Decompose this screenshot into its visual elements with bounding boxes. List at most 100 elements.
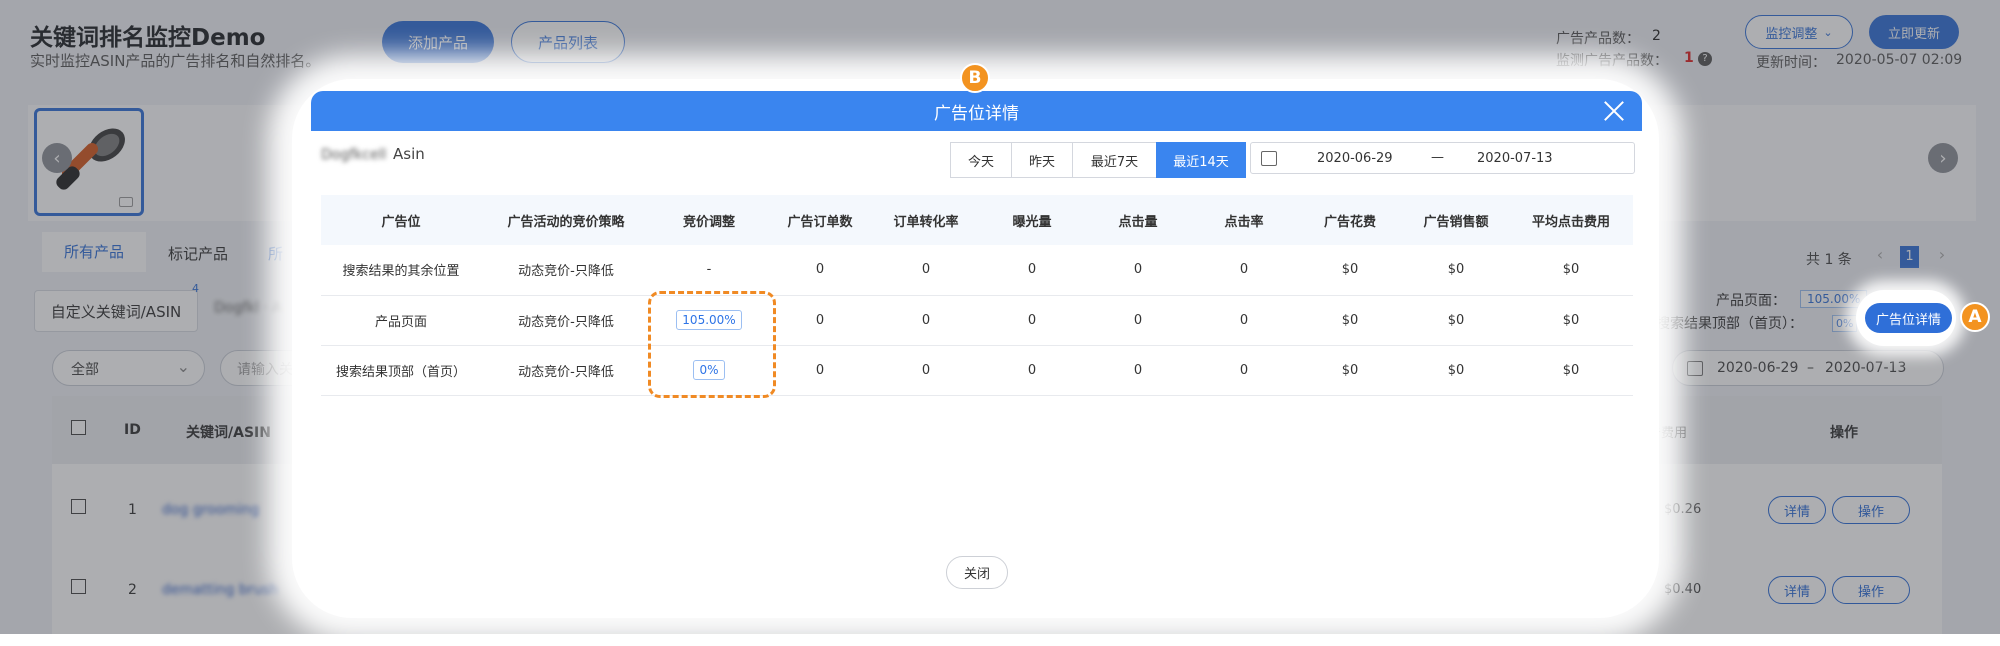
chevron-down-icon: ⌄ (176, 357, 190, 376)
row-keyword[interactable]: dog grooming (162, 502, 260, 518)
chevron-left-icon: ‹ (53, 147, 61, 169)
cell-placement: 搜索结果顶部（首页） (321, 345, 481, 396)
col-header-ops: 操作 (1830, 425, 1858, 441)
range-last-7-days[interactable]: 最近7天 (1072, 142, 1157, 178)
bg-date-range[interactable]: 2020-06-29 – 2020-07-13 (1672, 350, 1944, 386)
cell-sales: $0 (1403, 345, 1509, 396)
cell-placement: 搜索结果的其余位置 (321, 245, 481, 296)
cell-strategy: 动态竞价-只降低 (481, 245, 651, 296)
row-operate-button[interactable]: 操作 (1832, 576, 1910, 604)
product-list-button[interactable]: 产品列表 (511, 21, 625, 63)
calendar-icon (1261, 151, 1277, 166)
monitor-adjust-button[interactable]: 监控调整 ⌄ (1745, 15, 1853, 49)
row-id: 1 (128, 502, 137, 518)
cell-orders: 0 (767, 245, 873, 296)
row-operate-button[interactable]: 操作 (1832, 496, 1910, 524)
placement-table-header: 广告位 广告活动的竞价策略 竞价调整 广告订单数 订单转化率 曝光量 点击量 点… (321, 195, 1633, 245)
cell-clicks: 0 (1085, 245, 1191, 296)
category-select-value: 全部 (71, 362, 99, 378)
cell-clicks: 0 (1085, 345, 1191, 396)
row-detail-button[interactable]: 详情 (1768, 576, 1826, 604)
cell-orders: 0 (767, 295, 873, 346)
tab-other[interactable]: 所 (268, 243, 283, 264)
pagination-total: 共 1 条 (1806, 252, 1852, 268)
table-row: 产品页面 动态竞价-只降低 105.00% 0 0 0 0 0 $0 $0 $0 (321, 295, 1633, 346)
row-checkbox[interactable] (71, 499, 86, 514)
custom-keyword-button[interactable]: 自定义关键词/ASIN (34, 290, 198, 332)
col-clicks: 点击量 (1085, 195, 1191, 245)
cell-strategy: 动态竞价-只降低 (481, 295, 651, 346)
category-select[interactable]: 全部 ⌄ (52, 350, 205, 386)
col-ad-sales: 广告销售额 (1403, 195, 1509, 245)
chevron-down-icon: ⌄ (1823, 25, 1833, 39)
app-title: 关键词排名监控Demo (30, 25, 266, 51)
add-product-button[interactable]: 添加产品 (382, 21, 494, 63)
cell-sales: $0 (1403, 245, 1509, 296)
col-header-id: ID (124, 422, 141, 438)
search-top-label: 搜索结果顶部（首页）： (1656, 316, 1803, 332)
ad-count-label: 广告产品数： (1556, 31, 1640, 47)
folder-icon (119, 197, 133, 207)
monitor-count-value: 1 (1684, 50, 1694, 66)
cell-avg-cpc: $0 (1509, 295, 1633, 346)
keyword-search-placeholder: 请输入关 (237, 362, 293, 378)
tab-all-products[interactable]: 所有产品 (42, 232, 146, 272)
bg-date-sep: – (1807, 360, 1814, 376)
custom-keyword-badge: 4 (192, 282, 199, 295)
col-ctr: 点击率 (1191, 195, 1297, 245)
select-all-checkbox[interactable] (71, 420, 86, 435)
close-icon[interactable] (1602, 99, 1626, 123)
pagination-page-1[interactable]: 1 (1900, 246, 1919, 268)
row-cpc: $0.40 (1664, 582, 1702, 597)
row-id: 2 (128, 582, 137, 598)
table-row: 搜索结果的其余位置 动态竞价-只降低 - 0 0 0 0 0 $0 $0 $0 (321, 245, 1633, 296)
cell-ctr: 0 (1191, 295, 1297, 346)
update-now-button[interactable]: 立即更新 (1869, 15, 1959, 49)
annotation-badge-a: A (1960, 302, 1990, 332)
blurred-asin-chip[interactable]: Dogfkl · A (214, 300, 282, 316)
row-keyword[interactable]: dematting brush (162, 582, 278, 598)
update-time-label: 更新时间： (1756, 55, 1826, 71)
cell-orders: 0 (767, 345, 873, 396)
modal-asin-blurred: Dogfkcell (321, 147, 387, 163)
range-today[interactable]: 今天 (950, 142, 1012, 178)
modal-date-range[interactable]: 2020-06-29 — 2020-07-13 (1250, 142, 1635, 174)
range-yesterday[interactable]: 昨天 (1011, 142, 1073, 178)
cell-conversion: 0 (873, 245, 979, 296)
placement-table: 广告位 广告活动的竞价策略 竞价调整 广告订单数 订单转化率 曝光量 点击量 点… (321, 195, 1633, 396)
table-row: 搜索结果顶部（首页） 动态竞价-只降低 0% 0 0 0 0 0 $0 $0 $… (321, 345, 1633, 396)
row-cpc: $0.26 (1664, 502, 1702, 517)
cell-impressions: 0 (979, 345, 1085, 396)
ad-count-value: 2 (1652, 28, 1661, 44)
cell-conversion: 0 (873, 295, 979, 346)
modal-close-button[interactable]: 关闭 (946, 556, 1008, 589)
ad-placement-detail-button[interactable]: 广告位详情 (1865, 303, 1952, 333)
custom-keyword-label: 自定义关键词/ASIN (50, 302, 182, 321)
ad-placement-modal: 广告位详情 Dogfkcell Asin 今天 昨天 最近7天 最近14天 20… (311, 91, 1642, 603)
app-subtitle: 实时监控ASIN产品的广告排名和自然排名。 (30, 52, 321, 70)
col-placement: 广告位 (321, 195, 481, 245)
modal-date-sep: — (1431, 150, 1444, 165)
pagination-prev[interactable]: ‹ (1868, 243, 1892, 267)
product-page-value: 105.00% (1800, 290, 1868, 308)
pagination-next[interactable]: › (1930, 243, 1954, 267)
modal-date-end: 2020-07-13 (1477, 151, 1553, 166)
monitor-adjust-label: 监控调整 (1765, 26, 1818, 42)
cell-strategy: 动态竞价-只降低 (481, 345, 651, 396)
modal-asin-label: Asin (393, 145, 425, 163)
row-detail-button[interactable]: 详情 (1768, 496, 1826, 524)
col-header-keyword[interactable]: 关键词/ASIN (186, 422, 271, 442)
cell-placement: 产品页面 (321, 295, 481, 346)
col-impressions: 曝光量 (979, 195, 1085, 245)
col-bid-adjustment: 竞价调整 (651, 195, 767, 245)
range-last-14-days[interactable]: 最近14天 (1156, 142, 1246, 178)
help-icon[interactable]: ? (1698, 52, 1712, 66)
update-time-value: 2020-05-07 02:09 (1836, 52, 1963, 68)
tab-marked-products[interactable]: 标记产品 (168, 243, 228, 264)
carousel-prev-arrow[interactable]: ‹ (42, 143, 72, 173)
carousel-next-arrow[interactable]: › (1928, 143, 1958, 173)
bg-date-end: 2020-07-13 (1825, 360, 1907, 376)
row-checkbox[interactable] (71, 579, 86, 594)
cell-spend: $0 (1297, 345, 1403, 396)
modal-date-start: 2020-06-29 (1317, 151, 1393, 166)
